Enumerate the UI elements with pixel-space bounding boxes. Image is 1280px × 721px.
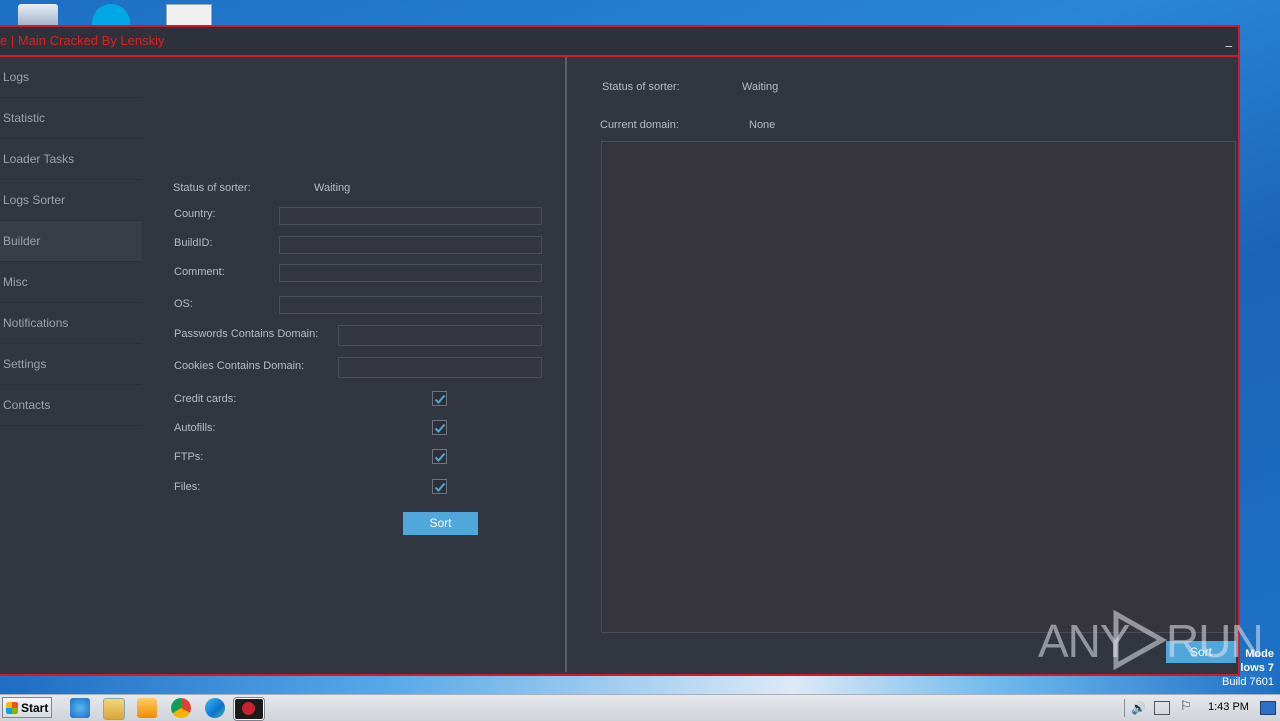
checkmark-icon — [434, 423, 446, 433]
cookies-domain-label: Cookies Contains Domain: — [174, 360, 305, 372]
volume-icon[interactable]: 🔊 — [1131, 701, 1146, 715]
right-status-label: Status of sorter: — [602, 81, 680, 93]
sidebar-item-misc[interactable]: Misc — [0, 262, 142, 303]
anyrun-watermark: ANY RUN — [1038, 606, 1264, 670]
recycle-bin-icon[interactable] — [18, 4, 58, 26]
buildid-label: BuildID: — [174, 237, 213, 249]
checkmark-icon — [434, 452, 446, 462]
title-bar[interactable]: e | Main Cracked By Lenskiy _ — [0, 27, 1238, 57]
minimize-button[interactable]: _ — [1226, 33, 1233, 48]
ie-icon[interactable] — [70, 698, 90, 718]
flag-icon[interactable]: ⚐ — [1180, 699, 1192, 714]
checkmark-icon — [434, 394, 446, 404]
watermark-text-right: RUN — [1166, 615, 1264, 667]
status-label: Status of sorter: — [173, 182, 251, 194]
current-domain-label: Current domain: — [600, 119, 679, 131]
sorter-form: Status of sorter: Waiting Country: Build… — [142, 57, 565, 672]
passwords-domain-label: Passwords Contains Domain: — [174, 328, 319, 340]
clock[interactable]: 1:43 PM — [1208, 701, 1249, 713]
start-label: Start — [21, 701, 49, 715]
sidebar: Logs Statistic Loader Tasks Logs Sorter … — [0, 57, 142, 426]
current-domain-value: None — [749, 119, 776, 131]
credit-cards-checkbox[interactable] — [432, 391, 447, 406]
sorter-status-panel: Status of sorter: Waiting Current domain… — [567, 57, 1236, 672]
network-icon[interactable] — [1154, 701, 1170, 715]
sidebar-item-contacts[interactable]: Contacts — [0, 385, 142, 426]
explorer-icon[interactable] — [103, 698, 125, 720]
show-desktop-icon[interactable] — [1260, 701, 1276, 715]
taskbar: Start 🔊 ⚐ 1:43 PM — [0, 694, 1280, 721]
sidebar-item-loader-tasks[interactable]: Loader Tasks — [0, 139, 142, 180]
window-title: e | Main Cracked By Lenskiy — [0, 33, 165, 48]
sidebar-item-statistic[interactable]: Statistic — [0, 98, 142, 139]
sidebar-item-settings[interactable]: Settings — [0, 344, 142, 385]
media-player-icon[interactable] — [137, 698, 157, 718]
sidebar-item-logs[interactable]: Logs — [0, 57, 142, 98]
comment-label: Comment: — [174, 266, 225, 278]
edge-icon[interactable] — [205, 698, 225, 718]
buildid-field[interactable] — [279, 236, 542, 254]
app-logo-icon — [242, 702, 255, 715]
app-icon[interactable] — [234, 698, 264, 720]
country-label: Country: — [174, 208, 216, 220]
play-logo-icon — [1113, 610, 1168, 670]
autofills-label: Autofills: — [174, 422, 216, 434]
country-field[interactable] — [279, 207, 542, 225]
files-checkbox[interactable] — [432, 479, 447, 494]
cookies-domain-field[interactable] — [338, 357, 542, 378]
skype-icon[interactable] — [92, 4, 130, 26]
comment-field[interactable] — [279, 264, 542, 282]
passwords-domain-field[interactable] — [338, 325, 542, 346]
checkmark-icon — [434, 482, 446, 492]
credit-cards-label: Credit cards: — [174, 393, 237, 405]
os-field[interactable] — [279, 296, 542, 314]
chrome-icon[interactable] — [171, 698, 191, 718]
sorter-log-area[interactable] — [601, 141, 1236, 633]
ftps-checkbox[interactable] — [432, 449, 447, 464]
windows-logo-icon — [6, 702, 18, 714]
status-value: Waiting — [314, 182, 351, 194]
app-window: e | Main Cracked By Lenskiy _ Logs Stati… — [0, 25, 1240, 676]
sort-button[interactable]: Sort — [403, 512, 478, 535]
build-number: Build 7601 — [1222, 676, 1274, 688]
autofills-checkbox[interactable] — [432, 420, 447, 435]
sidebar-item-logs-sorter[interactable]: Logs Sorter — [0, 180, 142, 221]
tray-divider — [1124, 699, 1125, 717]
right-status-value: Waiting — [742, 81, 779, 93]
ftps-label: FTPs: — [174, 451, 204, 463]
sidebar-item-notifications[interactable]: Notifications — [0, 303, 142, 344]
sidebar-item-builder[interactable]: Builder — [0, 221, 142, 262]
start-button[interactable]: Start — [2, 697, 52, 718]
files-label: Files: — [174, 481, 201, 493]
os-label: OS: — [174, 298, 193, 310]
